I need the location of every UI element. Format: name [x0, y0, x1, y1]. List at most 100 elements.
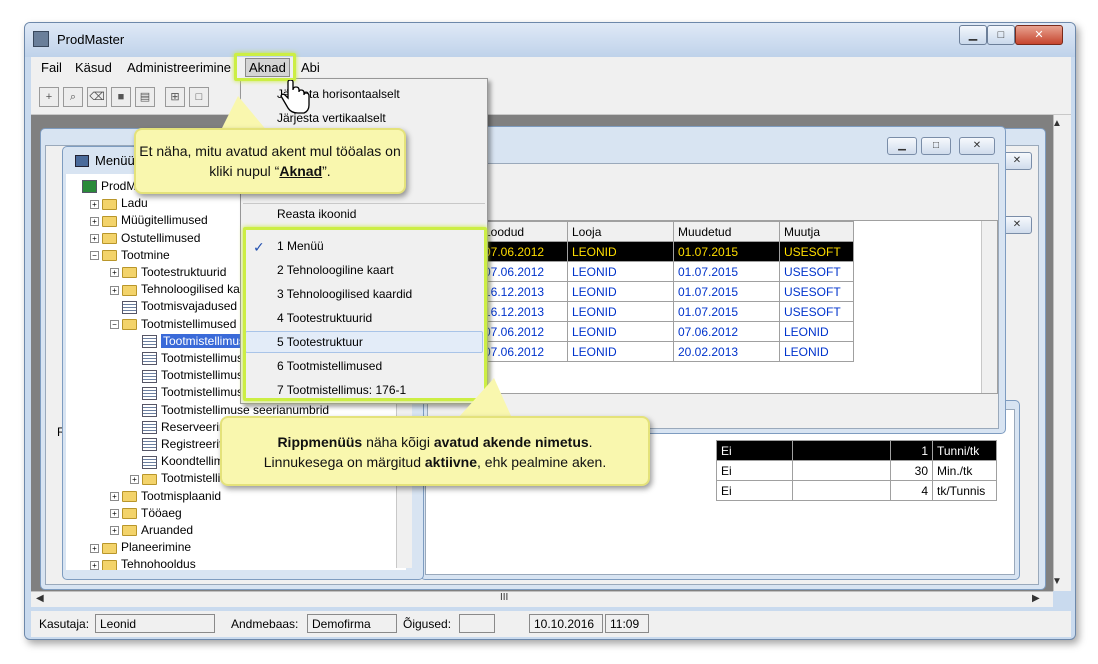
- tree-node[interactable]: + Tootmistelli: [130, 470, 220, 487]
- grid-cell[interactable]: USESOFT: [779, 281, 854, 302]
- tree-node[interactable]: + Tehnoloogilised ka: [110, 281, 240, 298]
- upper-min-button[interactable]: ▁: [887, 137, 917, 155]
- lower-cell[interactable]: [792, 460, 891, 481]
- toolbar-tree-icon[interactable]: ⊞: [165, 87, 185, 107]
- expand-toggle-icon[interactable]: +: [90, 199, 99, 209]
- upper-max-button[interactable]: □: [921, 137, 951, 155]
- tree-node[interactable]: Koondtellim: [130, 453, 224, 470]
- grid-cell[interactable]: 07.06.2012: [479, 321, 568, 342]
- minimize-button[interactable]: ▁: [959, 25, 987, 45]
- grid-cell[interactable]: 16.12.2013: [479, 281, 568, 302]
- tree-node[interactable]: + Tootestruktuurid: [110, 264, 226, 281]
- lower-cell[interactable]: 30: [890, 460, 933, 481]
- lower-cell[interactable]: [792, 440, 891, 461]
- expand-toggle-icon[interactable]: +: [90, 543, 99, 553]
- tree-node[interactable]: Tootmistellimus: [130, 333, 248, 350]
- grid-cell[interactable]: 01.07.2015: [673, 281, 780, 302]
- tree-node[interactable]: Reserveerin: [130, 419, 226, 436]
- menu-administreerimine[interactable]: Administreerimine: [127, 60, 231, 75]
- col-header-looja[interactable]: Looja: [567, 221, 674, 242]
- lower-cell[interactable]: 1: [890, 440, 933, 461]
- tree-node[interactable]: + Tootmisplaanid: [110, 488, 221, 505]
- tree-node[interactable]: + Ladu: [90, 195, 148, 212]
- scroll-thumb-mark[interactable]: III: [500, 592, 508, 603]
- grid-cell[interactable]: LEONID: [779, 341, 854, 362]
- expand-toggle-icon[interactable]: +: [90, 233, 99, 243]
- expand-toggle-icon[interactable]: +: [130, 474, 139, 484]
- expand-toggle-icon[interactable]: +: [90, 216, 99, 226]
- tree-node[interactable]: Tootmistellimus: [130, 350, 243, 367]
- tree-node[interactable]: Tootmistellimus: [130, 367, 243, 384]
- grid-cell[interactable]: LEONID: [567, 261, 674, 282]
- mdi-horizontal-scrollbar[interactable]: [31, 591, 1053, 607]
- grid-cell[interactable]: LEONID: [567, 281, 674, 302]
- lower-cell[interactable]: tk/Tunnis: [932, 480, 997, 501]
- scroll-right-icon[interactable]: ▶: [1032, 593, 1040, 604]
- tree-node[interactable]: − Tootmistellimused: [110, 316, 236, 333]
- scroll-left-icon[interactable]: ◀: [36, 593, 44, 604]
- upper-close-button[interactable]: ✕: [959, 137, 995, 155]
- lower-cell[interactable]: [792, 480, 891, 501]
- lower-cell[interactable]: Min./tk: [932, 460, 997, 481]
- tree-node[interactable]: + Planeerimine: [90, 539, 191, 556]
- toolbar-window-icon[interactable]: □: [189, 87, 209, 107]
- grid-cell[interactable]: USESOFT: [779, 261, 854, 282]
- grid-cell[interactable]: LEONID: [779, 321, 854, 342]
- tree-node[interactable]: Tootmisvajadused: [110, 298, 237, 315]
- expand-toggle-icon[interactable]: −: [110, 319, 119, 329]
- col-header-muudetud[interactable]: Muudetud: [673, 221, 780, 242]
- expand-toggle-icon[interactable]: +: [110, 491, 119, 501]
- tree-node[interactable]: Tootmistellimus: [130, 384, 243, 401]
- grid-cell[interactable]: 20.02.2013: [673, 341, 780, 362]
- lower-cell[interactable]: Ei: [716, 460, 793, 481]
- tree-node[interactable]: + Tehnohooldus: [90, 556, 196, 570]
- scroll-down-icon[interactable]: ▼: [1052, 576, 1062, 587]
- toolbar-erase-icon[interactable]: ⌫: [87, 87, 107, 107]
- grid-cell[interactable]: USESOFT: [779, 241, 854, 262]
- grid-cell[interactable]: LEONID: [567, 321, 674, 342]
- expand-toggle-icon[interactable]: +: [110, 268, 119, 278]
- tree-node[interactable]: + Müügitellimused: [90, 212, 208, 229]
- toolbar-find-icon[interactable]: ⌕: [63, 87, 83, 107]
- expand-toggle-icon[interactable]: +: [110, 509, 119, 519]
- tree-node[interactable]: − Tootmine: [90, 247, 170, 264]
- grid-cell[interactable]: USESOFT: [779, 301, 854, 322]
- lower-cell[interactable]: Ei: [716, 480, 793, 501]
- upper-grid-vscroll[interactable]: [981, 221, 997, 393]
- grid-cell[interactable]: 01.07.2015: [673, 261, 780, 282]
- menu-kasud[interactable]: Käsud: [75, 60, 112, 75]
- expand-toggle-icon[interactable]: +: [110, 526, 119, 536]
- grid-cell[interactable]: 16.12.2013: [479, 301, 568, 322]
- toolbar-doc-icon[interactable]: ▤: [135, 87, 155, 107]
- lower-cell[interactable]: Tunni/tk: [932, 440, 997, 461]
- expand-toggle-icon[interactable]: −: [90, 251, 99, 261]
- tree-node[interactable]: + Ostutellimused: [90, 230, 200, 247]
- menu-fail[interactable]: Fail: [41, 60, 62, 75]
- grid-cell[interactable]: 01.07.2015: [673, 241, 780, 262]
- tree-node[interactable]: ProdMa: [70, 178, 143, 195]
- toolbar-stop-icon[interactable]: ■: [111, 87, 131, 107]
- tree-node[interactable]: + Tööaeg: [110, 505, 182, 522]
- grid-cell[interactable]: LEONID: [567, 241, 674, 262]
- lower-cell[interactable]: Ei: [716, 440, 793, 461]
- back-close-button[interactable]: ✕: [1002, 152, 1032, 170]
- dd-arrange-icons[interactable]: Reasta ikoonid: [277, 207, 356, 221]
- lower-cell[interactable]: 4: [890, 480, 933, 501]
- grid-cell[interactable]: 07.06.2012: [479, 341, 568, 362]
- toolbar-add-icon[interactable]: +: [39, 87, 59, 107]
- expand-toggle-icon[interactable]: +: [90, 560, 99, 570]
- grid-cell[interactable]: 01.07.2015: [673, 301, 780, 322]
- grid-cell[interactable]: 07.06.2012: [673, 321, 780, 342]
- grid-cell[interactable]: LEONID: [567, 301, 674, 322]
- back2-close-button[interactable]: ✕: [1002, 216, 1032, 234]
- maximize-button[interactable]: □: [987, 25, 1015, 45]
- tree-node[interactable]: + Aruanded: [110, 522, 193, 539]
- col-header-loodud[interactable]: Loodud: [479, 221, 568, 242]
- grid-cell[interactable]: 07.06.2012: [479, 241, 568, 262]
- expand-toggle-icon[interactable]: +: [110, 285, 119, 295]
- col-header-muutja[interactable]: Muutja: [779, 221, 854, 242]
- grid-cell[interactable]: 07.06.2012: [479, 261, 568, 282]
- scroll-up-icon[interactable]: ▲: [1052, 118, 1062, 129]
- grid-cell[interactable]: LEONID: [567, 341, 674, 362]
- menu-abi[interactable]: Abi: [301, 60, 320, 75]
